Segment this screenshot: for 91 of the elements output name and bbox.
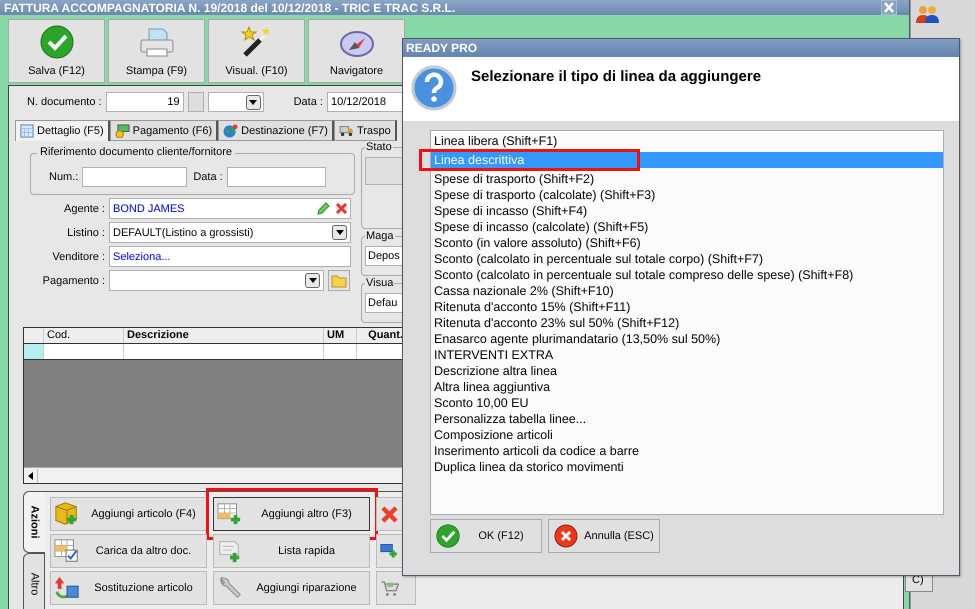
clear-icon[interactable] — [336, 203, 347, 214]
group-title: Maga — [365, 230, 395, 242]
dialog-button[interactable]: Annulla (ESC) — [548, 519, 660, 553]
list-item[interactable]: Sconto (calcolato in percentuale sul totale compreso delle spese) (Shift+F8) — [431, 267, 943, 283]
dialog-message: Selezionare il tipo di linea da aggiungere — [471, 67, 762, 87]
input-field[interactable]: Depos — [365, 246, 405, 266]
list-item[interactable]: Personalizza tabella linee... — [431, 411, 943, 427]
truck-icon — [338, 124, 354, 137]
cancel-icon — [554, 524, 578, 548]
input-field[interactable]: Seleziona... — [109, 246, 351, 267]
input-field[interactable] — [109, 270, 324, 291]
dialog-title: READY PRO — [403, 39, 959, 57]
list-item[interactable]: Composizione articoli — [431, 427, 943, 443]
field-label: Listino : — [66, 226, 105, 238]
window-title: FATTURA ACCOMPAGNATORIA N. 19/2018 del 10/12/2018 - TRIC E TRAC S.R.L. — [4, 0, 456, 14]
series-dropdown[interactable] — [208, 92, 264, 112]
list-item[interactable]: Spese di incasso (calcolate) (Shift+F5) — [431, 219, 943, 235]
calendar-icon — [20, 124, 34, 138]
side-tab[interactable]: Altro — [23, 553, 45, 609]
check-icon — [40, 25, 74, 59]
close-icon[interactable] — [881, 0, 897, 15]
list-item[interactable]: Duplica linea da storico movimenti — [431, 459, 943, 475]
field-label: Venditore : — [51, 250, 105, 262]
action-button[interactable]: Aggiungi articolo (F4) — [50, 497, 207, 531]
action-button[interactable]: Sostituzione articolo — [50, 571, 207, 605]
delete-icon — [380, 504, 399, 524]
action-button[interactable]: Carica da altro doc. — [50, 534, 207, 568]
input-field[interactable]: Defau — [365, 293, 405, 313]
tab[interactable]: Traspo — [334, 120, 397, 141]
globe-icon — [223, 124, 238, 138]
printer-icon — [138, 27, 174, 59]
input-field[interactable]: DEFAULT(Listino a grossisti) — [109, 222, 351, 243]
toolbar-button[interactable]: Visual. (F10) — [208, 19, 305, 83]
list-item[interactable]: Ritenuta d'acconto 15% (Shift+F11) — [431, 299, 943, 315]
check-icon — [436, 524, 460, 548]
input-field[interactable]: BOND JAMES — [109, 198, 351, 219]
toolbar-button[interactable]: Stampa (F9) — [108, 19, 205, 83]
list-item[interactable]: Spese di trasporto (Shift+F2) — [431, 171, 943, 187]
list-item[interactable]: Altra linea aggiuntiva — [431, 379, 943, 395]
list-item[interactable]: Sconto (in valore assoluto) (Shift+F6) — [431, 235, 943, 251]
table-add-icon — [217, 502, 243, 526]
field-label: Data : — [193, 171, 223, 183]
field-label: N. documento : — [27, 96, 102, 108]
swap-icon — [54, 575, 80, 601]
question-icon — [411, 65, 457, 111]
field-label: Num.: — [49, 171, 78, 183]
list-item[interactable]: Spese di trasporto (calcolate) (Shift+F3) — [431, 187, 943, 203]
toolbar-button[interactable]: Navigatore — [308, 19, 405, 83]
list-item[interactable]: INTERVENTI EXTRA — [431, 347, 943, 363]
action-button[interactable]: Aggiungi altro (F3) — [213, 497, 370, 531]
dialog-button[interactable]: OK (F12) — [430, 519, 542, 553]
list-item[interactable]: Cassa nazionale 2% (Shift+F10) — [431, 283, 943, 299]
document-number-field[interactable]: 19 — [106, 92, 184, 112]
list-item[interactable]: Enasarco agente plurimandatario (13,50% sul 50%) — [431, 331, 943, 347]
pencil-icon[interactable] — [316, 202, 330, 216]
cart-icon — [380, 578, 399, 598]
list-item[interactable]: Ritenuta d'acconto 23% sul 50% (Shift+F12) — [431, 315, 943, 331]
list-item[interactable]: Sconto 10,00 EU — [431, 395, 943, 411]
field-label: Data : — [294, 96, 323, 108]
column-header[interactable]: UM — [324, 328, 357, 343]
action-button[interactable]: Lista rapida — [213, 534, 370, 568]
tab[interactable]: Dettaglio (F5) — [15, 120, 110, 141]
group-title: Visua — [365, 277, 394, 289]
list-item[interactable]: Descrizione altra linea — [431, 363, 943, 379]
list-item[interactable]: Inserimento articoli da codice a barre — [431, 443, 943, 459]
money-icon — [114, 124, 130, 138]
compass-icon — [338, 29, 374, 59]
add-window-icon — [380, 542, 399, 560]
box-add-icon — [54, 501, 80, 527]
folder-icon[interactable] — [328, 270, 350, 291]
list-item[interactable]: Linea libera (Shift+F1) — [431, 133, 943, 149]
field-label: Pagamento : — [42, 274, 105, 286]
action-button[interactable] — [376, 571, 416, 605]
tab[interactable]: Destinazione (F7) — [218, 120, 334, 141]
table-check-icon — [54, 538, 80, 564]
action-button[interactable]: Aggiungi riparazione — [213, 571, 370, 605]
list-item[interactable]: Spese di incasso (Shift+F4) — [431, 203, 943, 219]
date-field[interactable] — [226, 167, 326, 187]
side-tab[interactable]: Azioni — [23, 491, 45, 553]
users-icon[interactable] — [915, 3, 941, 23]
group-title: Riferimento documento cliente/fornitore — [37, 146, 235, 158]
group-title: Stato — [365, 141, 393, 153]
field-label: Agente : — [63, 202, 105, 214]
number-field[interactable] — [82, 167, 188, 187]
list-item[interactable]: Sconto (calcolato in percentuale sul totale corpo) (Shift+F7) — [431, 251, 943, 267]
column-header[interactable]: Cod. — [44, 328, 124, 343]
tab[interactable]: Pagamento (F6) — [110, 120, 218, 141]
wrench-icon — [217, 575, 243, 601]
scroll-left-icon[interactable] — [28, 472, 33, 480]
column-header[interactable]: Descrizione — [124, 328, 324, 343]
toolbar-button[interactable]: Salva (F12) — [8, 19, 105, 83]
